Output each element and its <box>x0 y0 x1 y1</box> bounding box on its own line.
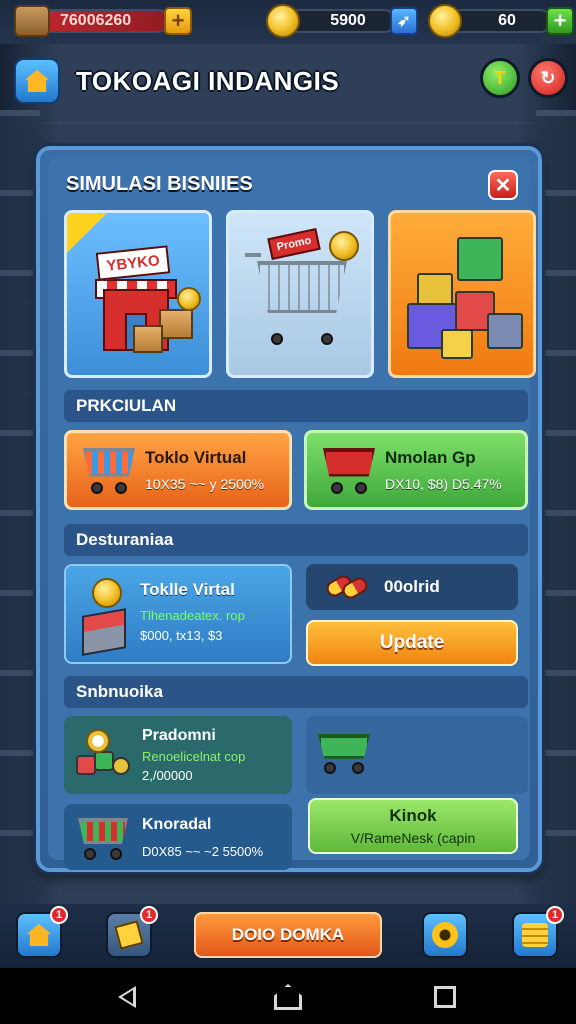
dock-coins-button[interactable]: 1 <box>512 906 564 958</box>
system-nav-bar <box>0 968 576 1024</box>
notification-badge: 1 <box>50 906 68 924</box>
coins-amount: 5900 <box>286 9 396 33</box>
kinok-button[interactable]: Kinok V/RameNesk (capin <box>308 798 518 854</box>
knoradal-title: Knoradal <box>142 815 212 833</box>
destination-title: Toklle Virtal <box>140 580 235 599</box>
box-icon <box>133 325 163 353</box>
cart-icon <box>317 440 381 500</box>
sales-item-virtual-store[interactable]: Toklo Virtual 10X35 ~~ y 2500% <box>64 430 292 510</box>
coins-resource: 5900 ➶ <box>266 4 418 38</box>
add-gems-button[interactable]: + <box>546 7 574 35</box>
destination-line3: $000, tx13, $3 <box>140 628 223 643</box>
snb-line3: 2,/00000 <box>142 768 193 783</box>
box-icon <box>14 5 50 37</box>
coin-icon <box>177 287 201 311</box>
panel-body: SIMULASI BISNIIES ✕ YBYKO Promo PRKCIULA… <box>48 158 536 870</box>
recent-apps-icon[interactable] <box>434 986 456 1008</box>
green-round-button[interactable]: T <box>480 58 520 98</box>
snb-title: Pradomni <box>142 727 216 744</box>
coin-icon <box>92 578 122 608</box>
cash-resource: 76006260 + <box>14 5 192 37</box>
cart-sign: Promo <box>267 228 321 260</box>
section-snbnuoika: Snbnuoika <box>64 676 528 708</box>
gems-resource: 60 + <box>428 4 574 38</box>
resource-bar: 76006260 + 5900 ➶ 60 + <box>0 0 576 44</box>
dock-shop-button[interactable]: 1 <box>106 906 158 958</box>
cart-icon <box>318 734 370 774</box>
cart-card[interactable]: Promo <box>226 210 374 378</box>
gear-icon <box>432 922 458 948</box>
header: TOKOAGI INDANGIS T ↻ <box>14 54 568 108</box>
shop-bag-icon <box>114 920 144 950</box>
shop-sign: YBYKO <box>95 245 171 281</box>
back-icon[interactable] <box>118 986 136 1008</box>
cart-icon <box>74 812 134 862</box>
coin-stack-icon <box>522 923 548 947</box>
add-cash-button[interactable]: + <box>164 7 192 35</box>
goods-card[interactable] <box>388 210 536 378</box>
destination-right-info: 00olrid <box>306 564 518 610</box>
kinok-title: Kinok <box>389 806 437 825</box>
settings-button[interactable] <box>422 912 468 958</box>
home-icon <box>27 924 51 946</box>
sales-item-title: Toklo Virtual <box>145 448 247 467</box>
close-button[interactable]: ✕ <box>488 170 518 200</box>
destination-line2: Tlhenadeatex. rop <box>140 608 245 623</box>
cash-amount: 76006260 <box>30 9 170 33</box>
store-icon <box>82 608 126 656</box>
dock-home-button[interactable]: 1 <box>16 906 68 958</box>
notification-badge: 1 <box>546 906 564 924</box>
shop-card[interactable]: YBYKO <box>64 210 212 378</box>
coin-stack-icon <box>428 4 462 38</box>
snb-right-panel <box>306 716 528 794</box>
box-icon <box>159 309 193 339</box>
section-penjualan: PRKCIULAN <box>64 390 528 422</box>
corner-ribbon <box>67 213 107 253</box>
destination-right-label: 00olrid <box>384 577 440 596</box>
sales-item-title: Nmolan Gp <box>385 448 476 467</box>
dock-main-button[interactable]: DOIO DOMKA <box>194 912 382 958</box>
products-icon <box>72 727 134 783</box>
kinok-subtitle: V/RameNesk (capin <box>350 830 476 846</box>
bottom-dock: 1 1 DOIO DOMKA 1 <box>0 904 576 968</box>
cart-icon <box>245 253 347 345</box>
business-simulation-panel: SIMULASI BISNIIES ✕ YBYKO Promo PRKCIULA… <box>36 146 542 872</box>
gems-amount: 60 <box>448 9 552 33</box>
left-shelf <box>0 110 40 914</box>
sales-item-stats: 10X35 ~~ y 2500% <box>145 476 265 492</box>
goods-blocks-illustration <box>407 233 523 363</box>
page-title: TOKOAGI INDANGIS <box>76 65 340 96</box>
sales-item-stats: DX10, $8) D5.47% <box>385 476 502 492</box>
home-icon <box>25 70 49 92</box>
pill-icon <box>323 572 371 602</box>
panel-title-bar: SIMULASI BISNIIES ✕ <box>58 166 520 202</box>
snb-line2: Renoelicelnat cop <box>142 749 246 764</box>
right-shelf <box>536 110 576 914</box>
home-button[interactable] <box>14 58 60 104</box>
red-round-button[interactable]: ↻ <box>528 58 568 98</box>
destination-card[interactable]: Toklle Virtal Tlhenadeatex. rop $000, tx… <box>64 564 292 664</box>
coin-icon <box>329 231 359 261</box>
coin-icon <box>266 4 300 38</box>
panel-title: SIMULASI BISNIIES <box>66 172 253 195</box>
knoradal-stats: D0X85 ~~ ~2 5500% <box>142 843 264 859</box>
coins-action-button[interactable]: ➶ <box>390 7 418 35</box>
cart-icon <box>77 440 141 500</box>
section-desturaniaa: Desturaniaa <box>64 524 528 556</box>
notification-badge: 1 <box>140 906 158 924</box>
snb-card[interactable]: Pradomni Renoelicelnat cop 2,/00000 <box>64 716 292 794</box>
knoradal-card[interactable]: Knoradal D0X85 ~~ ~2 5500% <box>64 804 292 870</box>
update-button[interactable]: Update <box>306 620 518 666</box>
sales-item-nmolan[interactable]: Nmolan Gp DX10, $8) D5.47% <box>304 430 528 510</box>
